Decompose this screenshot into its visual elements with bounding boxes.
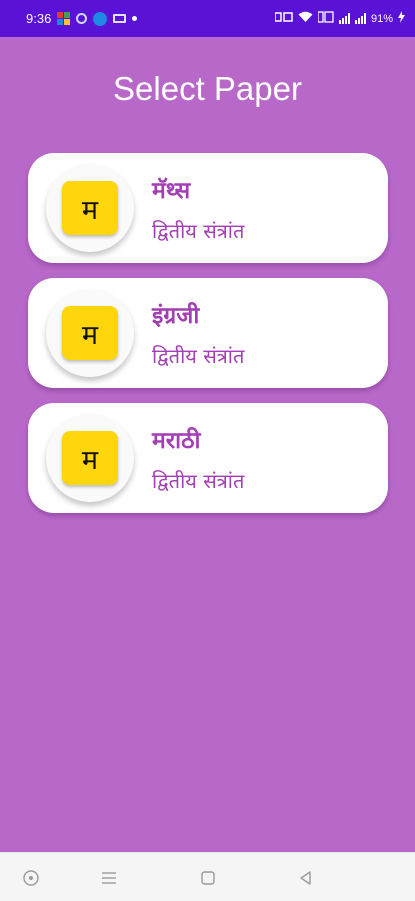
marathi-letter-icon: म [62,306,118,360]
vpn-notification-icon [93,11,108,26]
paper-title: इंग्रजी [152,303,200,329]
signal-2-icon [354,13,366,24]
system-navigation-bar [0,852,415,901]
paper-card-marathi[interactable]: म मराठी द्वितीय संत्रांत [28,403,388,513]
paper-title: मराठी [152,428,201,454]
home-square-icon[interactable] [197,867,219,889]
status-time: 9:36 [26,11,52,26]
charging-icon [398,11,405,26]
battery-level: 91% [370,12,393,25]
wifi-icon [298,11,313,26]
bot-notification-icon [76,13,88,24]
accessibility-icon[interactable] [20,867,42,889]
paper-icon-container: म [46,164,134,252]
more-notifications-dot-icon [132,16,138,21]
back-triangle-icon[interactable] [295,867,317,889]
laptop-notification-icon [113,14,127,23]
paper-card-maths[interactable]: म मॅथ्स द्वितीय संत्रांत [28,153,388,263]
marathi-letter-icon: म [62,431,118,485]
paper-subtitle: द्वितीय संत्रांत [152,469,245,493]
volte-icon [274,11,293,26]
paper-title: मॅथ्स [152,178,191,204]
paper-subtitle: द्वितीय संत्रांत [152,344,245,368]
paper-subtitle: द्वितीय संत्रांत [152,219,245,243]
photos-app-icon [57,12,71,25]
page-title: Select Paper [113,70,302,107]
paper-icon-container: म [46,414,134,502]
paper-card-english[interactable]: म इंग्रजी द्वितीय संत्रांत [28,278,388,388]
lte-icon [317,11,334,26]
status-bar: 9:36 91% [0,0,415,37]
menu-icon[interactable] [98,867,120,889]
paper-icon-container: म [46,289,134,377]
marathi-letter-icon: म [62,181,118,235]
signal-1-icon [338,13,350,24]
